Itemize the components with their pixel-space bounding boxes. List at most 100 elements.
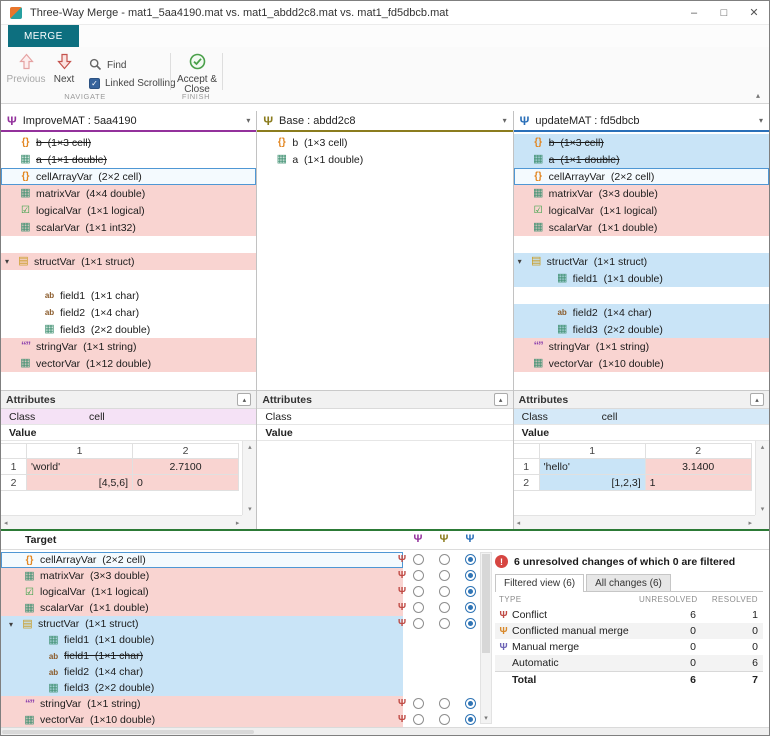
minimize-button[interactable]: – <box>679 1 709 24</box>
tree-row[interactable]: {} b (1×3 cell) <box>257 134 512 151</box>
tree-row[interactable]: ▦ field3 (2×2 double) <box>1 321 256 338</box>
summary-tab[interactable]: All changes (6) <box>586 574 671 591</box>
tree-row[interactable]: “” stringVar (1×1 string) <box>513 338 769 355</box>
vertical-scrollbar[interactable]: ▴ ▾ <box>754 441 769 515</box>
attr-table-row-header[interactable]: 1 <box>513 459 540 475</box>
attr-table-col-header[interactable]: 1 <box>539 443 646 459</box>
attr-table-cell[interactable]: 1 <box>645 475 752 491</box>
tree-row[interactable]: {} cellArrayVar (2×2 cell) <box>1 168 257 185</box>
merge-choice-radio[interactable] <box>439 586 450 597</box>
checkbox-checked-icon[interactable]: ✓ <box>89 77 100 89</box>
target-tree-row[interactable]: ▾ ▤ structVar (1×1 struct) Ψ <box>1 616 477 632</box>
attr-table-row-header[interactable]: 2 <box>1 475 27 491</box>
chevron-down-icon[interactable]: ▾ <box>759 116 763 125</box>
merge-choice-radio[interactable] <box>413 586 424 597</box>
attr-table-col-header[interactable]: 2 <box>133 443 239 459</box>
tree-row[interactable]: ▦ a (1×1 double) <box>257 151 512 168</box>
target-tree-row[interactable]: “” stringVar (1×1 string) Ψ <box>1 696 477 712</box>
merge-choice-radio[interactable] <box>413 602 424 613</box>
close-button[interactable]: ✕ <box>739 1 769 24</box>
tree-row[interactable]: ab field2 (1×4 char) <box>513 304 769 321</box>
scroll-down-icon[interactable]: ▾ <box>248 505 252 513</box>
target-tree-row[interactable]: ab field2 (1×4 char) <box>1 664 477 680</box>
merge-choice-radio[interactable] <box>439 602 450 613</box>
merge-choice-radio[interactable] <box>465 602 476 613</box>
tab-merge[interactable]: MERGE <box>8 25 79 47</box>
merge-choice-radio[interactable] <box>465 586 476 597</box>
merge-choice-radio[interactable] <box>465 698 476 709</box>
maximize-button[interactable]: □ <box>709 1 739 24</box>
collapse-panel-button[interactable]: ▴ <box>237 393 252 406</box>
tree-row[interactable]: ▦ vectorVar (1×10 double) <box>513 355 769 372</box>
attr-table-cell[interactable]: 'world' <box>27 459 133 475</box>
merge-choice-radio[interactable] <box>439 554 450 565</box>
tree-row[interactable]: ab field1 (1×1 char) <box>1 287 256 304</box>
previous-button[interactable]: Previous <box>6 53 46 85</box>
tree-row[interactable]: ☑ logicalVar (1×1 logical) <box>1 202 257 219</box>
vertical-scrollbar[interactable]: ▴ ▾ <box>242 441 257 515</box>
attr-table-row-header[interactable]: 2 <box>513 475 540 491</box>
scroll-down-icon[interactable]: ▾ <box>481 714 491 722</box>
scroll-down-icon[interactable]: ▾ <box>761 505 765 513</box>
tree-row[interactable]: ☑ logicalVar (1×1 logical) <box>513 202 769 219</box>
tree-row[interactable]: {} b (1×3 cell) <box>513 134 769 151</box>
collapse-panel-button[interactable]: ▴ <box>749 393 764 406</box>
horizontal-scrollbar[interactable]: ◂ ▸ <box>513 515 755 529</box>
attr-table-cell[interactable]: 3.1400 <box>645 459 752 475</box>
merge-choice-radio[interactable] <box>465 554 476 565</box>
target-tree-row[interactable]: {} cellArrayVar (2×2 cell) Ψ <box>1 552 477 568</box>
tree-row[interactable]: ▦ scalarVar (1×1 double) <box>513 219 769 236</box>
chevron-down-icon[interactable]: ▾ <box>246 116 250 125</box>
merge-choice-radio[interactable] <box>465 618 476 629</box>
next-button[interactable]: Next <box>48 53 80 85</box>
tree-row[interactable]: ▦ field3 (2×2 double) <box>513 321 769 338</box>
merge-choice-radio[interactable] <box>439 698 450 709</box>
scroll-up-icon[interactable]: ▴ <box>248 443 252 451</box>
tree-row[interactable]: ▾ ▤ structVar (1×1 struct) <box>1 253 257 270</box>
tree-row[interactable]: “” stringVar (1×1 string) <box>1 338 257 355</box>
merge-choice-radio[interactable] <box>413 714 424 725</box>
tree-row[interactable]: ▦ field1 (1×1 double) <box>513 270 769 287</box>
scroll-left-icon[interactable]: ◂ <box>4 519 8 527</box>
tree-row[interactable]: ▦ a (1×1 double) <box>1 151 256 168</box>
target-tree-row[interactable]: ▦ matrixVar (3×3 double) Ψ <box>1 568 477 584</box>
collapse-panel-button[interactable]: ▴ <box>493 393 508 406</box>
scrollbar-thumb[interactable] <box>482 554 490 653</box>
target-tree-row[interactable]: ▦ field1 (1×1 double) <box>1 632 477 648</box>
merge-choice-radio[interactable] <box>439 714 450 725</box>
chevron-down-icon[interactable]: ▾ <box>503 116 507 125</box>
attr-table-cell[interactable]: 0 <box>133 475 239 491</box>
scroll-right-icon[interactable]: ▸ <box>236 519 240 527</box>
attr-table-col-header[interactable]: 2 <box>645 443 752 459</box>
expander-icon[interactable]: ▾ <box>518 257 530 266</box>
merge-choice-radio[interactable] <box>413 698 424 709</box>
attr-table-cell[interactable]: [1,2,3] <box>539 475 646 491</box>
tree-row[interactable]: ab field2 (1×4 char) <box>1 304 256 321</box>
target-tree-row[interactable]: ab field1 (1×1 char) <box>1 648 477 664</box>
expander-icon[interactable]: ▾ <box>5 257 17 266</box>
tree-row[interactable]: ▦ vectorVar (1×12 double) <box>1 355 257 372</box>
expander-icon[interactable]: ▾ <box>9 620 21 629</box>
attr-table-cell[interactable]: 2.7100 <box>133 459 239 475</box>
merge-choice-radio[interactable] <box>413 554 424 565</box>
merge-choice-radio[interactable] <box>413 570 424 581</box>
target-vertical-scrollbar[interactable]: ▾ <box>480 552 492 724</box>
target-tree-row[interactable]: ▦ scalarVar (1×1 double) Ψ <box>1 600 477 616</box>
attr-table-row-header[interactable]: 1 <box>1 459 27 475</box>
tree-row[interactable]: ▦ matrixVar (3×3 double) <box>513 185 769 202</box>
target-tree-row[interactable]: ☑ logicalVar (1×1 logical) Ψ <box>1 584 477 600</box>
tree-row[interactable]: {} cellArrayVar (2×2 cell) <box>513 168 769 185</box>
target-tree-row[interactable]: ▦ field3 (2×2 double) <box>1 680 477 696</box>
merge-choice-radio[interactable] <box>465 570 476 581</box>
attr-table-col-header[interactable]: 1 <box>27 443 133 459</box>
horizontal-scrollbar[interactable]: ◂ ▸ <box>1 515 243 529</box>
target-tree-row[interactable]: ▦ vectorVar (1×10 double) Ψ <box>1 712 477 728</box>
merge-choice-radio[interactable] <box>465 714 476 725</box>
attr-table-cell[interactable]: [4,5,6] <box>27 475 133 491</box>
summary-tab[interactable]: Filtered view (6) <box>495 574 585 592</box>
titlebar[interactable]: Three-Way Merge - mat1_5aa4190.mat vs. m… <box>1 1 769 25</box>
merge-choice-radio[interactable] <box>413 618 424 629</box>
accept-close-button[interactable]: Accept & Close <box>175 53 219 95</box>
tree-row[interactable]: ▾ ▤ structVar (1×1 struct) <box>513 253 769 270</box>
scroll-up-icon[interactable]: ▴ <box>761 443 765 451</box>
